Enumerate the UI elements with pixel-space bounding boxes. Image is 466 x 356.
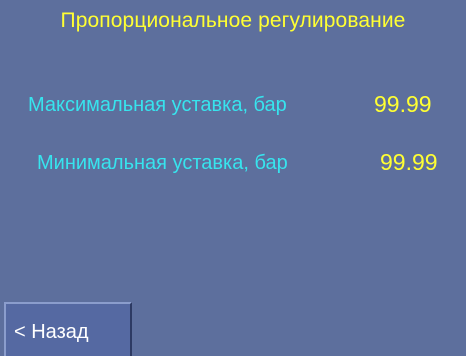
min-setpoint-label: Минимальная уставка, бар — [37, 152, 288, 174]
max-setpoint-label: Максимальная уставка, бар — [28, 94, 287, 116]
back-button[interactable]: < Назад — [4, 302, 132, 356]
min-setpoint-value[interactable]: 99.99 — [380, 149, 438, 176]
screen-title: Пропорциональное регулирование — [60, 9, 406, 32]
max-setpoint-value[interactable]: 99.99 — [374, 91, 432, 118]
back-button-label: < Назад — [14, 321, 89, 343]
hmi-screen: Пропорциональное регулирование Максималь… — [0, 0, 466, 356]
